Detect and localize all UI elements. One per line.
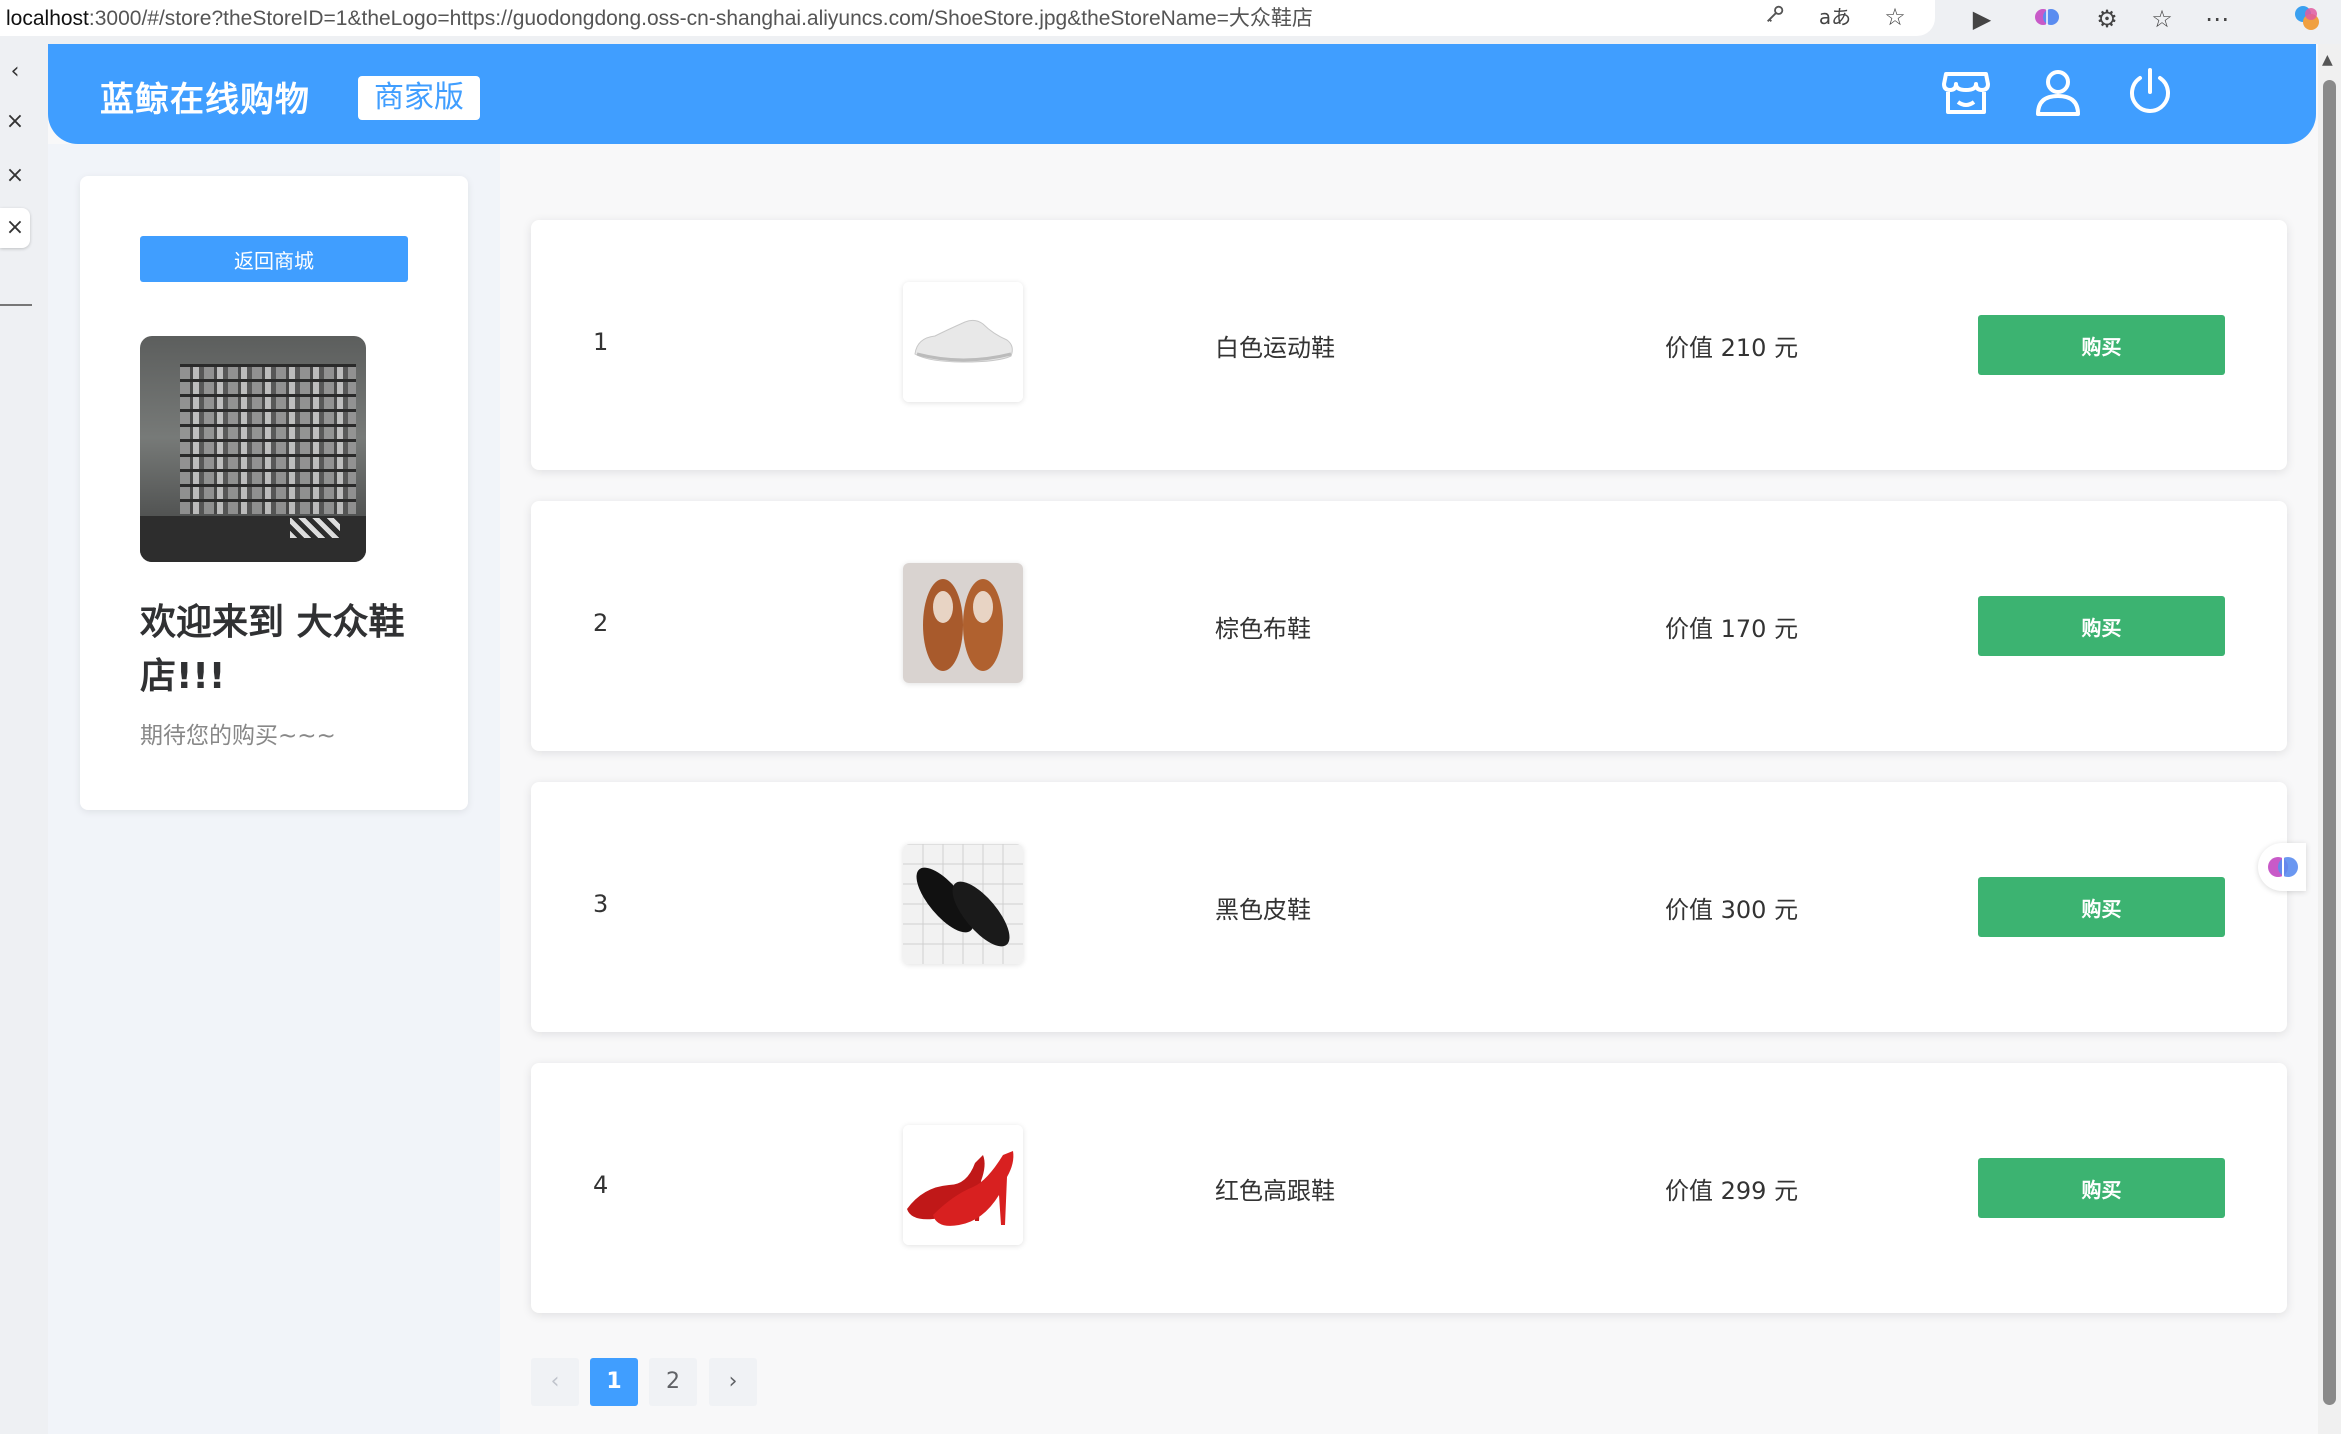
- address-bar[interactable]: localhost:3000/#/store?theStoreID=1&theL…: [0, 0, 1935, 36]
- tab-divider: [0, 304, 32, 306]
- product-card: 4 红色高跟鞋 价值 299 元 购买: [531, 1063, 2287, 1313]
- prev-page-button[interactable]: ‹: [531, 1358, 579, 1406]
- play-icon[interactable]: ▶: [1965, 4, 1999, 34]
- collapse-tabs-icon[interactable]: ‹: [0, 52, 30, 92]
- store-logo-image: [140, 336, 366, 562]
- close-tab-icon[interactable]: ×: [0, 102, 30, 142]
- product-price: 价值 300 元: [1665, 896, 1799, 924]
- product-card: 2 棕色布鞋 价值 170 元 购买: [531, 501, 2287, 751]
- store-sidebar: 返回商城 欢迎来到 大众鞋店!!! 期待您的购买~~~: [48, 144, 500, 1434]
- favorites-list-icon[interactable]: ☆: [2145, 4, 2179, 34]
- scroll-up-arrow-icon[interactable]: ▲: [2322, 52, 2333, 68]
- top-header: 蓝鲸在线购物 商家版: [48, 44, 2316, 144]
- brain-extension-icon[interactable]: [2030, 4, 2064, 34]
- scrollbar-thumb[interactable]: [2323, 80, 2336, 1405]
- product-name: 红色高跟鞋: [1215, 1177, 1335, 1205]
- assistant-float-button[interactable]: [2258, 843, 2306, 891]
- product-image: [903, 844, 1023, 964]
- store-icon[interactable]: [1938, 64, 1994, 120]
- key-icon[interactable]: [1758, 2, 1792, 32]
- translate-icon[interactable]: aあ: [1818, 2, 1852, 32]
- product-index: 3: [593, 890, 609, 918]
- page-1-button[interactable]: 1: [590, 1358, 638, 1406]
- buy-button[interactable]: 购买: [1978, 596, 2225, 656]
- user-icon[interactable]: [2030, 64, 2086, 120]
- product-price: 价值 210 元: [1665, 334, 1799, 362]
- product-index: 2: [593, 609, 609, 637]
- page-2-button[interactable]: 2: [649, 1358, 697, 1406]
- brand-title: 蓝鲸在线购物: [100, 80, 310, 120]
- page: 蓝鲸在线购物 商家版 返回商城 欢迎来到 大众鞋店!!! 期待您的购买~~~ 1…: [48, 44, 2318, 1434]
- buy-button[interactable]: 购买: [1978, 877, 2225, 937]
- product-card: 1 白色运动鞋 价值 210 元 购买: [531, 220, 2287, 470]
- store-info-card: 返回商城 欢迎来到 大众鞋店!!! 期待您的购买~~~: [80, 176, 468, 810]
- product-index: 4: [593, 1171, 609, 1199]
- product-card: 3 黑色皮鞋 价值 300 元 购买: [531, 782, 2287, 1032]
- logout-power-icon[interactable]: [2122, 64, 2178, 120]
- close-tab-icon[interactable]: ×: [0, 156, 30, 196]
- browser-toolbar: ▶ ⚙ ☆ ⋯: [1935, 0, 2341, 44]
- close-tab-icon[interactable]: ×: [0, 208, 30, 248]
- buy-button[interactable]: 购买: [1978, 1158, 2225, 1218]
- vertical-tabs: ‹ × × ×: [0, 44, 48, 1434]
- product-name: 白色运动鞋: [1215, 334, 1335, 362]
- product-price: 价值 299 元: [1665, 1177, 1799, 1205]
- product-name: 黑色皮鞋: [1215, 896, 1311, 924]
- buy-button[interactable]: 购买: [1978, 315, 2225, 375]
- product-price: 价值 170 元: [1665, 615, 1799, 643]
- favorite-star-icon[interactable]: ☆: [1878, 2, 1912, 32]
- url-text[interactable]: localhost:3000/#/store?theStoreID=1&theL…: [6, 2, 1313, 32]
- edition-badge: 商家版: [358, 76, 480, 120]
- back-to-mall-button[interactable]: 返回商城: [140, 236, 408, 282]
- welcome-slogan: 期待您的购买~~~: [140, 723, 336, 749]
- product-index: 1: [593, 328, 609, 356]
- product-image: [903, 1125, 1023, 1245]
- product-name: 棕色布鞋: [1215, 615, 1311, 643]
- product-image: [903, 563, 1023, 683]
- product-image: [903, 282, 1023, 402]
- copilot-icon[interactable]: [2290, 4, 2324, 34]
- welcome-heading: 欢迎来到 大众鞋店!!!: [140, 602, 405, 697]
- more-icon[interactable]: ⋯: [2200, 4, 2234, 34]
- next-page-button[interactable]: ›: [709, 1358, 757, 1406]
- extensions-icon[interactable]: ⚙: [2090, 4, 2124, 34]
